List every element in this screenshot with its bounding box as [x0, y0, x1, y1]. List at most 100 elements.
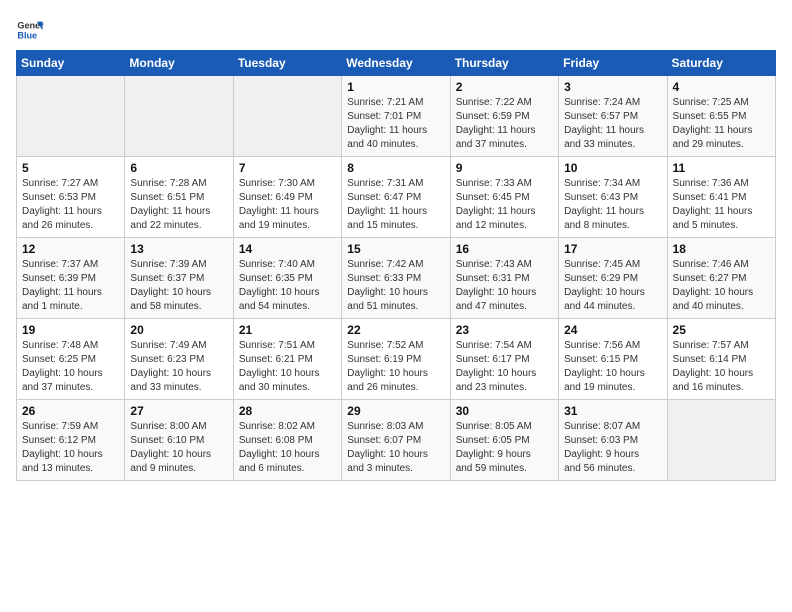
weekday-header-saturday: Saturday — [667, 51, 775, 76]
day-number: 14 — [239, 242, 336, 256]
calendar-cell: 17Sunrise: 7:45 AM Sunset: 6:29 PM Dayli… — [559, 238, 667, 319]
calendar-cell: 21 Sunrise: 7:51 AM Sunset: 6:21 PM Dayli… — [233, 319, 341, 400]
day-number: 6 — [130, 161, 227, 175]
day-info: Sunrise: 7:36 AM Sunset: 6:41 PM Dayligh… — [673, 177, 770, 233]
day-number: 11 — [673, 161, 770, 175]
day-info: Sunrise: 8:00 AM Sunset: 6:10 PM Dayligh… — [130, 420, 227, 476]
day-number: 1 — [347, 80, 444, 94]
day-number: 31 — [564, 404, 661, 418]
weekday-header-sunday: Sunday — [17, 51, 125, 76]
calendar-cell: 5 Sunrise: 7:27 AM Sunset: 6:53 PM Daylig… — [17, 157, 125, 238]
header: General Blue — [16, 16, 776, 44]
weekday-header-monday: Monday — [125, 51, 233, 76]
day-number: 23 — [456, 323, 553, 337]
calendar-cell: 13 Sunrise: 7:39 AM Sunset: 6:37 PM Dayli… — [125, 238, 233, 319]
day-info: Sunrise: 7:24 AM Sunset: 6:57 PM Dayligh… — [564, 96, 661, 152]
day-number: 9 — [456, 161, 553, 175]
day-number: 10 — [564, 161, 661, 175]
day-number: 17 — [564, 242, 661, 256]
calendar-cell: 29 Sunrise: 8:03 AM Sunset: 6:07 PM Dayli… — [342, 400, 450, 481]
day-number: 13 — [130, 242, 227, 256]
week-row-5: 26Sunrise: 7:59 AM Sunset: 6:12 PM Dayli… — [17, 400, 776, 481]
calendar-body: 1 Sunrise: 7:21 AM Sunset: 7:01 PM Daylig… — [17, 76, 776, 481]
calendar-cell: 14 Sunrise: 7:40 AM Sunset: 6:35 PM Dayli… — [233, 238, 341, 319]
calendar-cell: 4 Sunrise: 7:25 AM Sunset: 6:55 PM Daylig… — [667, 76, 775, 157]
calendar-cell: 16Sunrise: 7:43 AM Sunset: 6:31 PM Dayli… — [450, 238, 558, 319]
day-info: Sunrise: 8:03 AM Sunset: 6:07 PM Dayligh… — [347, 420, 444, 476]
day-info: Sunrise: 7:54 AM Sunset: 6:17 PM Dayligh… — [456, 339, 553, 395]
calendar-header: SundayMondayTuesdayWednesdayThursdayFrid… — [17, 51, 776, 76]
day-number: 30 — [456, 404, 553, 418]
day-number: 29 — [347, 404, 444, 418]
day-info: Sunrise: 7:46 AM Sunset: 6:27 PM Dayligh… — [673, 258, 770, 314]
day-info: Sunrise: 7:28 AM Sunset: 6:51 PM Dayligh… — [130, 177, 227, 233]
weekday-header-tuesday: Tuesday — [233, 51, 341, 76]
day-number: 27 — [130, 404, 227, 418]
calendar-cell: 23 Sunrise: 7:54 AM Sunset: 6:17 PM Dayli… — [450, 319, 558, 400]
calendar-cell: 25Sunrise: 7:57 AM Sunset: 6:14 PM Dayli… — [667, 319, 775, 400]
calendar-cell — [233, 76, 341, 157]
calendar-cell: 28 Sunrise: 8:02 AM Sunset: 6:08 PM Dayli… — [233, 400, 341, 481]
day-info: Sunrise: 7:56 AM Sunset: 6:15 PM Dayligh… — [564, 339, 661, 395]
day-info: Sunrise: 8:05 AM Sunset: 6:05 PM Dayligh… — [456, 420, 553, 476]
day-info: Sunrise: 7:40 AM Sunset: 6:35 PM Dayligh… — [239, 258, 336, 314]
day-number: 20 — [130, 323, 227, 337]
calendar-cell: 19Sunrise: 7:48 AM Sunset: 6:25 PM Dayli… — [17, 319, 125, 400]
day-number: 15 — [347, 242, 444, 256]
day-number: 5 — [22, 161, 119, 175]
day-info: Sunrise: 7:42 AM Sunset: 6:33 PM Dayligh… — [347, 258, 444, 314]
weekday-header-friday: Friday — [559, 51, 667, 76]
day-number: 4 — [673, 80, 770, 94]
week-row-2: 5 Sunrise: 7:27 AM Sunset: 6:53 PM Daylig… — [17, 157, 776, 238]
logo-icon: General Blue — [16, 16, 44, 44]
day-info: Sunrise: 7:22 AM Sunset: 6:59 PM Dayligh… — [456, 96, 553, 152]
weekday-header-wednesday: Wednesday — [342, 51, 450, 76]
day-info: Sunrise: 7:49 AM Sunset: 6:23 PM Dayligh… — [130, 339, 227, 395]
day-info: Sunrise: 8:07 AM Sunset: 6:03 PM Dayligh… — [564, 420, 661, 476]
calendar-cell: 7Sunrise: 7:30 AM Sunset: 6:49 PM Daylig… — [233, 157, 341, 238]
calendar-cell: 9 Sunrise: 7:33 AM Sunset: 6:45 PM Daylig… — [450, 157, 558, 238]
day-number: 28 — [239, 404, 336, 418]
calendar-cell: 30 Sunrise: 8:05 AM Sunset: 6:05 PM Dayli… — [450, 400, 558, 481]
calendar-cell: 24 Sunrise: 7:56 AM Sunset: 6:15 PM Dayli… — [559, 319, 667, 400]
week-row-3: 12 Sunrise: 7:37 AM Sunset: 6:39 PM Dayli… — [17, 238, 776, 319]
day-info: Sunrise: 7:39 AM Sunset: 6:37 PM Dayligh… — [130, 258, 227, 314]
calendar-cell: 27 Sunrise: 8:00 AM Sunset: 6:10 PM Dayli… — [125, 400, 233, 481]
calendar-cell: 2 Sunrise: 7:22 AM Sunset: 6:59 PM Daylig… — [450, 76, 558, 157]
day-number: 2 — [456, 80, 553, 94]
weekday-header-row: SundayMondayTuesdayWednesdayThursdayFrid… — [17, 51, 776, 76]
day-number: 12 — [22, 242, 119, 256]
day-number: 24 — [564, 323, 661, 337]
calendar-cell: 6 Sunrise: 7:28 AM Sunset: 6:51 PM Daylig… — [125, 157, 233, 238]
calendar-cell: 1 Sunrise: 7:21 AM Sunset: 7:01 PM Daylig… — [342, 76, 450, 157]
day-info: Sunrise: 7:37 AM Sunset: 6:39 PM Dayligh… — [22, 258, 119, 314]
day-info: Sunrise: 7:51 AM Sunset: 6:21 PM Dayligh… — [239, 339, 336, 395]
day-number: 7 — [239, 161, 336, 175]
calendar-cell: 31 Sunrise: 8:07 AM Sunset: 6:03 PM Dayli… — [559, 400, 667, 481]
day-number: 18 — [673, 242, 770, 256]
day-info: Sunrise: 7:43 AM Sunset: 6:31 PM Dayligh… — [456, 258, 553, 314]
day-number: 22 — [347, 323, 444, 337]
day-info: Sunrise: 7:48 AM Sunset: 6:25 PM Dayligh… — [22, 339, 119, 395]
day-number: 21 — [239, 323, 336, 337]
day-info: Sunrise: 7:21 AM Sunset: 7:01 PM Dayligh… — [347, 96, 444, 152]
day-number: 26 — [22, 404, 119, 418]
calendar-cell: 15 Sunrise: 7:42 AM Sunset: 6:33 PM Dayli… — [342, 238, 450, 319]
day-info: Sunrise: 8:02 AM Sunset: 6:08 PM Dayligh… — [239, 420, 336, 476]
calendar-cell: 12 Sunrise: 7:37 AM Sunset: 6:39 PM Dayli… — [17, 238, 125, 319]
day-info: Sunrise: 7:25 AM Sunset: 6:55 PM Dayligh… — [673, 96, 770, 152]
week-row-4: 19Sunrise: 7:48 AM Sunset: 6:25 PM Dayli… — [17, 319, 776, 400]
day-info: Sunrise: 7:27 AM Sunset: 6:53 PM Dayligh… — [22, 177, 119, 233]
weekday-header-thursday: Thursday — [450, 51, 558, 76]
day-number: 3 — [564, 80, 661, 94]
day-number: 8 — [347, 161, 444, 175]
calendar-cell: 3 Sunrise: 7:24 AM Sunset: 6:57 PM Daylig… — [559, 76, 667, 157]
logo: General Blue — [16, 16, 44, 44]
day-info: Sunrise: 7:34 AM Sunset: 6:43 PM Dayligh… — [564, 177, 661, 233]
calendar-cell: 20 Sunrise: 7:49 AM Sunset: 6:23 PM Dayli… — [125, 319, 233, 400]
day-info: Sunrise: 7:33 AM Sunset: 6:45 PM Dayligh… — [456, 177, 553, 233]
calendar-cell — [17, 76, 125, 157]
calendar-cell: 8 Sunrise: 7:31 AM Sunset: 6:47 PM Daylig… — [342, 157, 450, 238]
day-info: Sunrise: 7:31 AM Sunset: 6:47 PM Dayligh… — [347, 177, 444, 233]
day-number: 25 — [673, 323, 770, 337]
